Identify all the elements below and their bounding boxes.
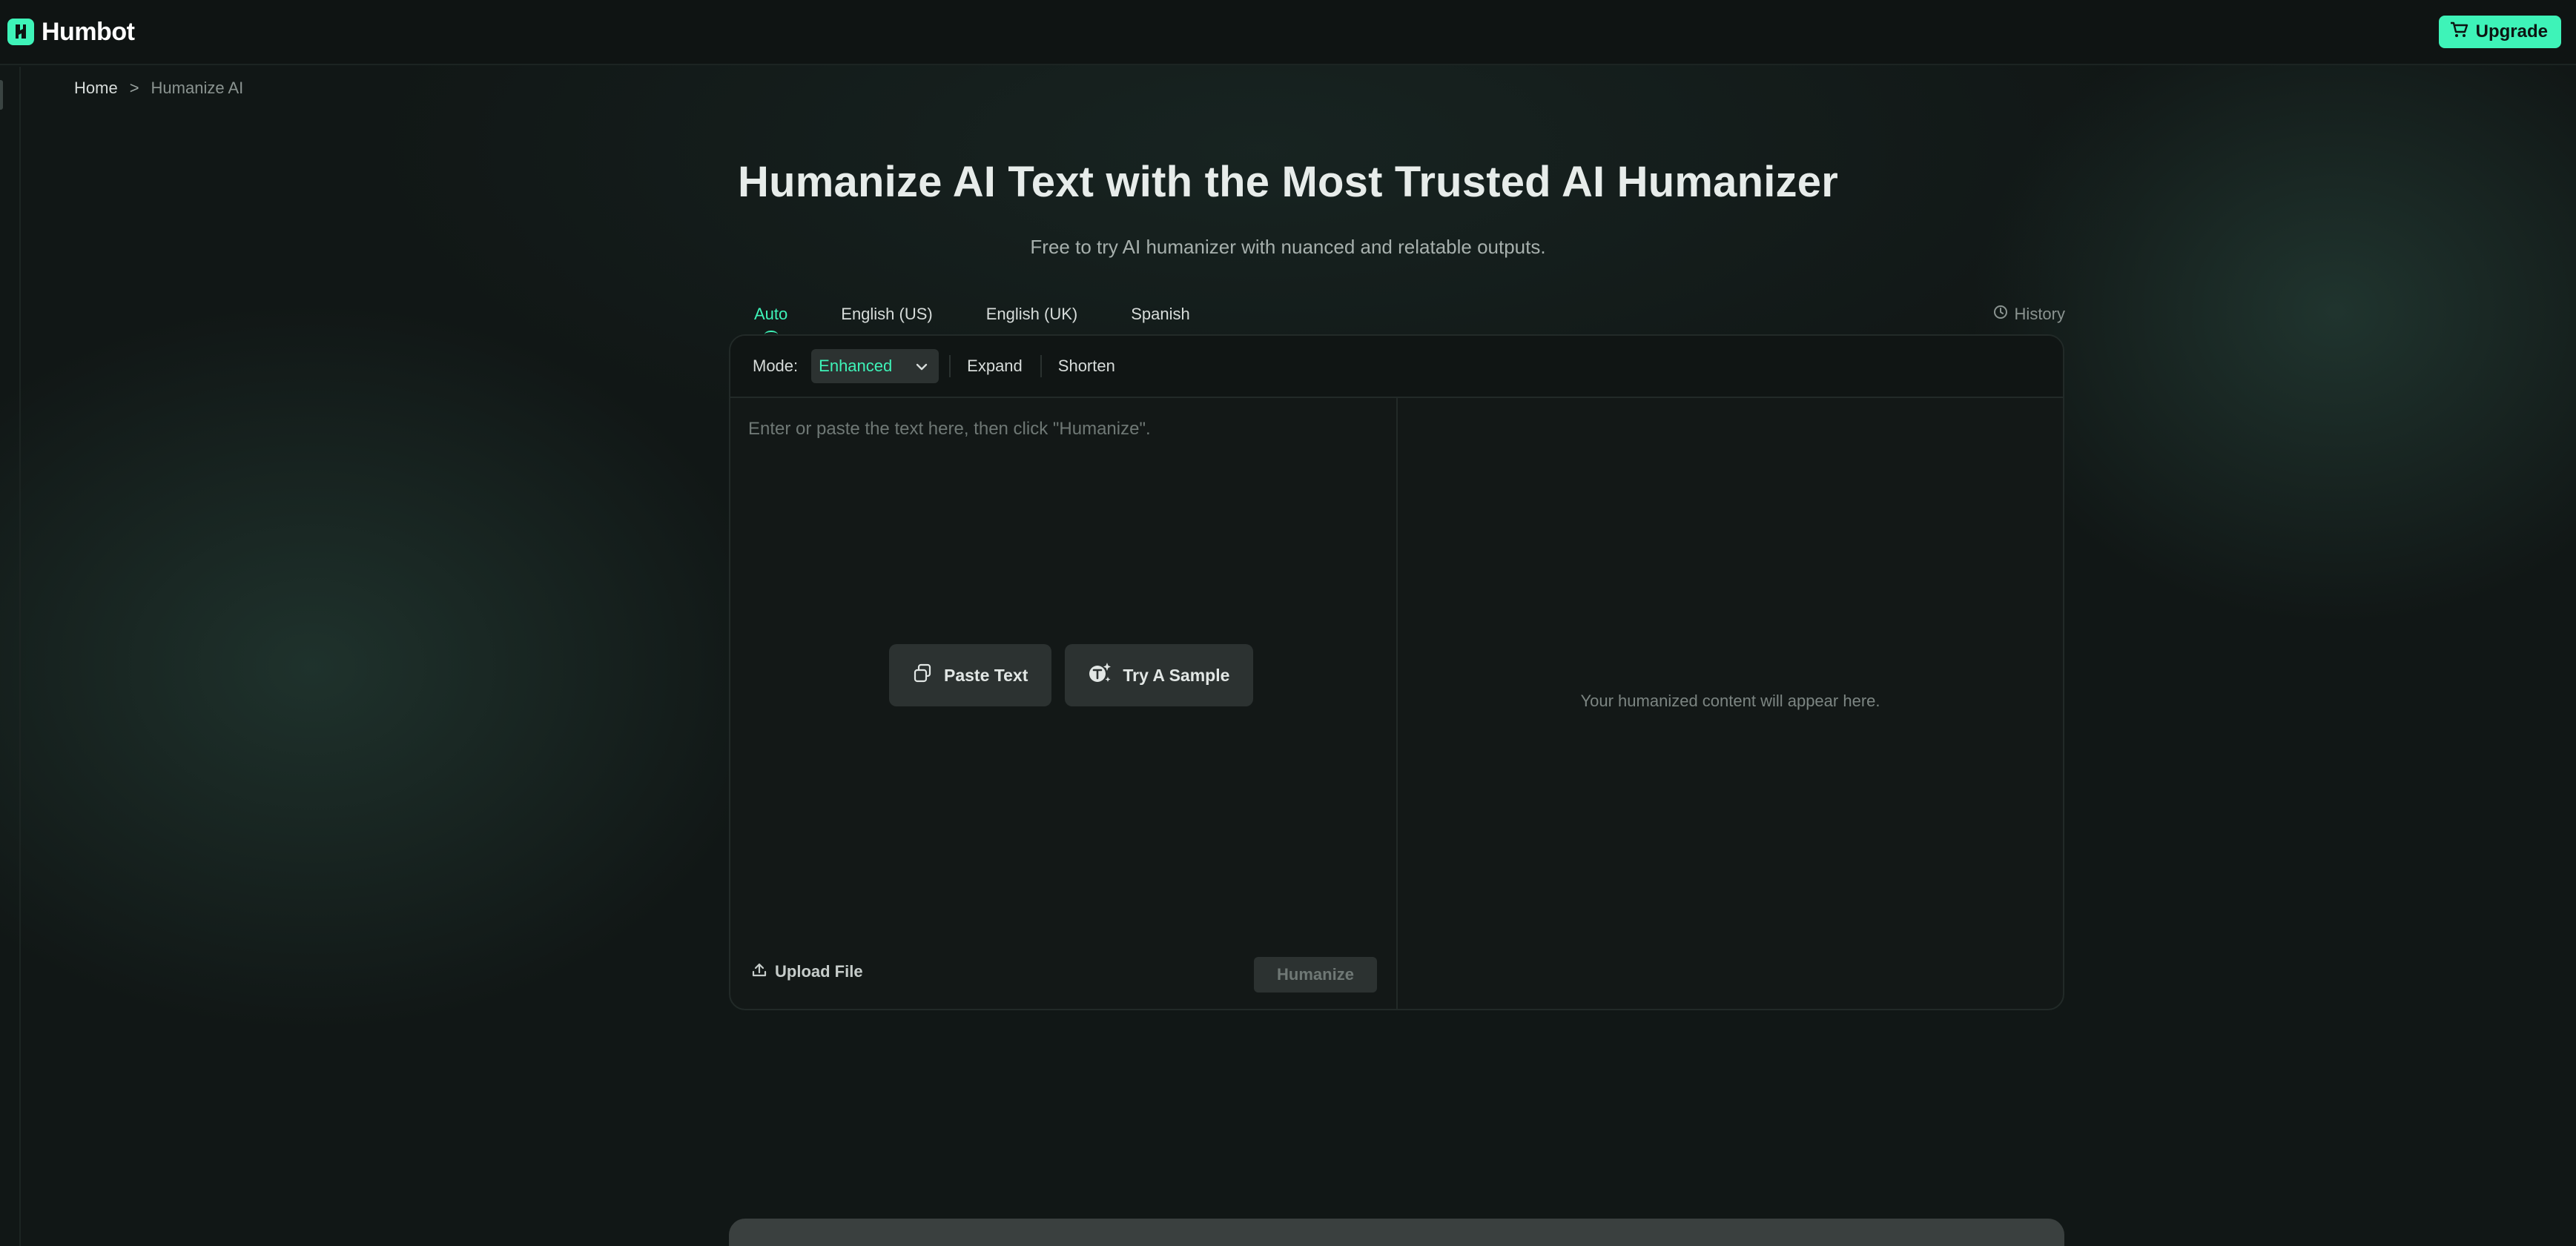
language-tabs: Auto English (US) English (UK) Spanish H… — [730, 295, 2065, 334]
upload-icon — [751, 961, 767, 982]
input-actions: Paste Text Try A Sample — [889, 644, 1254, 706]
brand[interactable]: Humbot — [7, 17, 135, 47]
humanize-button[interactable]: Humanize — [1254, 957, 1377, 993]
input-pane[interactable]: Enter or paste the text here, then click… — [730, 398, 1398, 1009]
upload-file-button[interactable]: Upload File — [751, 961, 863, 982]
mode-selected-value: Enhanced — [819, 357, 893, 375]
chevron-down-icon — [915, 357, 928, 376]
tab-english-us[interactable]: English (US) — [841, 302, 932, 327]
humbot-logo-icon — [7, 19, 34, 45]
mode-divider — [1040, 355, 1042, 377]
top-bar: Humbot Upgrade — [0, 0, 2576, 65]
page-title: Humanize AI Text with the Most Trusted A… — [738, 158, 1838, 206]
history-label: History — [2014, 305, 2065, 323]
tab-auto[interactable]: Auto — [754, 302, 787, 327]
tab-english-uk[interactable]: English (UK) — [986, 302, 1077, 327]
upgrade-label: Upgrade — [2475, 21, 2548, 42]
mode-divider — [949, 355, 951, 377]
editor-card: Mode: Enhanced Expand Shorten Enter or p… — [729, 334, 2064, 1010]
mode-label: Mode: — [753, 357, 799, 375]
breadcrumb-home-link[interactable]: Home — [74, 79, 118, 98]
cart-icon — [2449, 21, 2468, 44]
breadcrumb: Home > Humanize AI — [74, 79, 243, 98]
mode-bar: Mode: Enhanced Expand Shorten — [730, 336, 2063, 398]
paste-text-label: Paste Text — [944, 665, 1028, 685]
try-sample-label: Try A Sample — [1123, 665, 1230, 685]
bottom-panel — [729, 1219, 2064, 1246]
paste-text-button[interactable]: Paste Text — [889, 644, 1052, 706]
mode-select[interactable]: Enhanced — [811, 349, 939, 383]
breadcrumb-separator: > — [129, 79, 139, 97]
page: Humbot Upgrade Home > Humanize AI Humani… — [0, 0, 2576, 1246]
brand-name: Humbot — [42, 17, 135, 46]
upgrade-button[interactable]: Upgrade — [2438, 16, 2561, 48]
input-placeholder[interactable]: Enter or paste the text here, then click… — [748, 419, 1151, 440]
editor-panes: Enter or paste the text here, then click… — [730, 398, 2063, 1009]
upload-file-label: Upload File — [775, 962, 863, 981]
output-placeholder: Your humanized content will appear here. — [1580, 692, 1880, 710]
breadcrumb-current: Humanize AI — [151, 79, 244, 97]
mode-option-expand[interactable]: Expand — [967, 357, 1023, 376]
tab-spanish[interactable]: Spanish — [1131, 302, 1190, 327]
mode-option-shorten[interactable]: Shorten — [1058, 357, 1115, 376]
history-icon — [1992, 304, 2009, 325]
paste-icon — [911, 662, 934, 689]
sidebar-toggle-handle[interactable] — [0, 80, 3, 110]
output-pane: Your humanized content will appear here. — [1398, 398, 2063, 1009]
history-link[interactable]: History — [1992, 304, 2065, 325]
page-subtitle: Free to try AI humanizer with nuanced an… — [1030, 236, 1546, 258]
sample-sparkle-icon — [1087, 660, 1112, 690]
try-sample-button[interactable]: Try A Sample — [1065, 644, 1254, 706]
